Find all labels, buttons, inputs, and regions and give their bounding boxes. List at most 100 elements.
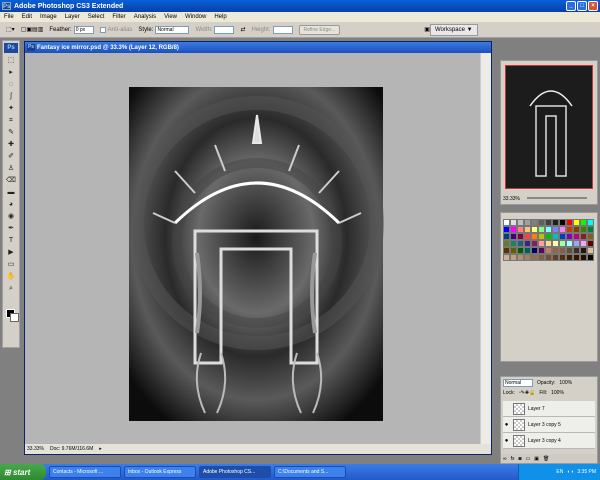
color-swatch[interactable]	[524, 254, 531, 261]
start-button[interactable]: ⊞ start	[0, 464, 46, 480]
menu-view[interactable]: View	[164, 14, 177, 20]
background-color-swatch[interactable]	[10, 313, 19, 322]
navigator-zoom-slider[interactable]	[527, 197, 587, 199]
height-input[interactable]	[272, 25, 293, 34]
color-swatch[interactable]	[573, 226, 580, 233]
color-swatch[interactable]	[517, 254, 524, 261]
color-swatch[interactable]	[517, 247, 524, 254]
color-swatch[interactable]	[573, 247, 580, 254]
zoom-readout[interactable]: 33.33%	[27, 446, 44, 452]
type-tool-icon[interactable]: T	[4, 235, 18, 246]
color-swatch[interactable]	[566, 219, 573, 226]
selection-mode-icons[interactable]: ▢▣▤▥	[21, 26, 44, 33]
new-layer-icon[interactable]: ▣	[534, 456, 539, 462]
maximize-button[interactable]: □	[577, 1, 587, 11]
style-select[interactable]: Normal	[155, 25, 190, 34]
brush-tool-icon[interactable]: ✎	[4, 127, 18, 138]
color-swatch[interactable]	[517, 233, 524, 240]
canvas-area[interactable]	[25, 53, 481, 445]
color-swatch[interactable]	[566, 233, 573, 240]
color-swatch[interactable]	[552, 226, 559, 233]
visibility-eye-icon[interactable]: ●	[503, 438, 510, 444]
task-contacts[interactable]: Contacts - Microsoft ...	[49, 466, 121, 478]
magic-wand-icon[interactable]: ✦	[4, 103, 18, 114]
color-swatch[interactable]	[531, 254, 538, 261]
color-swatch[interactable]	[559, 240, 566, 247]
feather-input[interactable]: 0 px	[73, 25, 94, 34]
color-swatch[interactable]	[587, 233, 594, 240]
layer-row[interactable]: Layer 7	[503, 401, 595, 417]
color-swatch[interactable]	[510, 226, 517, 233]
color-swatch[interactable]	[566, 247, 573, 254]
layer-style-icon[interactable]: fx	[511, 456, 515, 462]
color-swatch[interactable]	[524, 226, 531, 233]
color-swatch[interactable]	[538, 254, 545, 261]
color-swatch[interactable]	[566, 226, 573, 233]
menu-layer[interactable]: Layer	[65, 14, 80, 20]
color-swatch[interactable]	[580, 219, 587, 226]
color-swatch[interactable]	[524, 247, 531, 254]
color-swatch[interactable]	[566, 240, 573, 247]
color-swatch[interactable]	[587, 219, 594, 226]
lasso-tool-icon[interactable]: ◌	[4, 79, 18, 90]
zoom-tool-icon[interactable]: ⌕	[4, 283, 18, 294]
status-arrow-icon[interactable]: ▸	[99, 446, 102, 452]
color-swatch[interactable]	[524, 219, 531, 226]
layer-row[interactable]: ● Layer 3 copy 5	[503, 417, 595, 433]
quick-select-icon[interactable]: ʃ	[4, 91, 18, 102]
blend-mode-select[interactable]: Normal	[503, 379, 533, 387]
color-swatch[interactable]	[517, 240, 524, 247]
crop-tool-icon[interactable]: ⌗	[4, 115, 18, 126]
color-swatch[interactable]	[552, 233, 559, 240]
color-swatch[interactable]	[503, 247, 510, 254]
color-swatch[interactable]	[545, 226, 552, 233]
menu-help[interactable]: Help	[214, 14, 226, 20]
task-photoshop[interactable]: Adobe Photoshop CS...	[199, 466, 271, 478]
color-swatch[interactable]	[517, 219, 524, 226]
pen-tool-icon[interactable]: ✒	[4, 223, 18, 234]
color-swatch[interactable]	[524, 240, 531, 247]
color-swatch[interactable]	[538, 233, 545, 240]
color-swatch[interactable]	[587, 226, 594, 233]
color-swatch[interactable]	[503, 219, 510, 226]
pencil-tool-icon[interactable]: ✐	[4, 151, 18, 162]
menu-analysis[interactable]: Analysis	[134, 14, 156, 20]
color-swatch[interactable]	[538, 226, 545, 233]
color-swatch[interactable]	[545, 254, 552, 261]
color-swatch[interactable]	[503, 254, 510, 261]
task-explorer[interactable]: C:\Documents and S...	[274, 466, 346, 478]
color-swatch[interactable]	[559, 254, 566, 261]
clone-stamp-icon[interactable]: ♙	[4, 163, 18, 174]
color-swatch[interactable]	[573, 219, 580, 226]
menu-file[interactable]: File	[4, 14, 14, 20]
bridge-icon[interactable]: ▣	[424, 26, 430, 33]
marquee-preset-icon[interactable]: ⬚▾	[6, 26, 15, 33]
move-tool-icon[interactable]: ▸	[4, 67, 18, 78]
color-swatch[interactable]	[552, 219, 559, 226]
color-swatch[interactable]	[510, 254, 517, 261]
color-swatch[interactable]	[531, 226, 538, 233]
color-swatch[interactable]	[538, 240, 545, 247]
color-swatch[interactable]	[559, 247, 566, 254]
new-group-icon[interactable]: ▭	[526, 456, 531, 462]
color-swatch[interactable]	[552, 247, 559, 254]
shape-tool-icon[interactable]: ▭	[4, 259, 18, 270]
document-titlebar[interactable]: Ps Fantasy ice mirror.psd @ 33.3% (Layer…	[25, 42, 491, 53]
layer-mask-icon[interactable]: ◙	[518, 456, 521, 462]
color-swatch[interactable]	[545, 240, 552, 247]
color-swatch[interactable]	[503, 226, 510, 233]
color-swatch[interactable]	[573, 240, 580, 247]
fill-value[interactable]: 100%	[551, 390, 564, 396]
color-swatch[interactable]	[531, 247, 538, 254]
color-swatch[interactable]	[559, 219, 566, 226]
color-swatch[interactable]	[538, 247, 545, 254]
color-swatch[interactable]	[545, 247, 552, 254]
task-outlook[interactable]: Inbox - Outlook Express	[124, 466, 196, 478]
color-swatch[interactable]	[538, 219, 545, 226]
color-swatch[interactable]	[510, 240, 517, 247]
color-swatch[interactable]	[580, 233, 587, 240]
eraser-tool-icon[interactable]: ⌫	[4, 175, 18, 186]
blur-tool-icon[interactable]: ◕	[4, 199, 18, 210]
hand-tool-icon[interactable]: ✋	[4, 271, 18, 282]
color-swatch[interactable]	[552, 254, 559, 261]
